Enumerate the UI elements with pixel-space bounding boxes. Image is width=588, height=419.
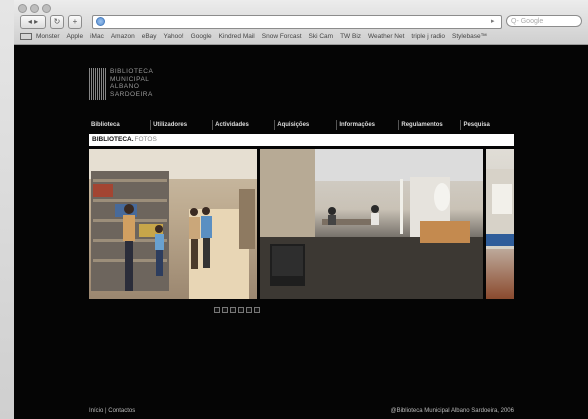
add-bookmark-button[interactable]: +: [68, 15, 82, 29]
photo-gallery: [89, 149, 514, 299]
web-page: BIBLIOTECA MUNICIPAL ALBANO SARDOEIRA Bi…: [14, 45, 588, 419]
bookmark-item[interactable]: Kindred Mail: [219, 33, 255, 40]
browser-window: ◂ ▸ ↻ + ▸ Q- Google Monster Apple iMac Amaz…: [0, 0, 588, 419]
minimize-window-icon[interactable]: [30, 4, 39, 13]
room-edge-photo: [486, 169, 514, 249]
gallery-pager: [214, 307, 260, 313]
browser-toolbar: ◂ ▸ ↻ + ▸ Q- Google Monster Apple iMac Amaz…: [14, 0, 588, 45]
gallery-photo[interactable]: [89, 149, 257, 299]
bookmark-item[interactable]: TW Biz: [340, 33, 361, 40]
menu-item[interactable]: Aquisições: [274, 120, 336, 130]
bookmark-item[interactable]: Snow Forcast: [262, 33, 302, 40]
bookmark-item[interactable]: eBay: [142, 33, 157, 40]
bookmark-item[interactable]: Ski Cam: [309, 33, 334, 40]
globe-icon: [96, 17, 105, 26]
bookmark-item[interactable]: Yahoo!: [164, 33, 184, 40]
go-icon[interactable]: ▸: [491, 17, 499, 26]
gallery-photo[interactable]: [260, 149, 483, 299]
pager-dot[interactable]: [222, 307, 228, 313]
pager-dot[interactable]: [238, 307, 244, 313]
menu-item[interactable]: Informações: [336, 120, 398, 130]
footer-links[interactable]: Início | Contactos: [89, 408, 135, 416]
menu-item[interactable]: Pesquisa: [460, 120, 514, 130]
address-bar[interactable]: ▸: [92, 15, 502, 29]
footer-copyright: @Biblioteca Municipal Albano Sardoeira, …: [390, 408, 514, 414]
section-title: BIBLIOTECA.: [92, 136, 134, 143]
window-controls: [18, 4, 51, 13]
pager-dot[interactable]: [254, 307, 260, 313]
bookmark-item[interactable]: Google: [191, 33, 212, 40]
menu-item[interactable]: Regulamentos: [398, 120, 460, 130]
section-title-bar: BIBLIOTECA.FOTOS: [89, 134, 514, 146]
bookmarks-bar: Monster Apple iMac Amazon eBay Yahoo! Google Ki…: [16, 31, 588, 42]
pager-dot[interactable]: [246, 307, 252, 313]
search-icon: Q-: [511, 18, 519, 25]
back-forward-button[interactable]: ◂ ▸: [20, 15, 46, 29]
section-subtitle: FOTOS: [134, 136, 157, 143]
gallery-photo[interactable]: [486, 149, 514, 299]
menu-item[interactable]: Biblioteca: [89, 120, 150, 130]
page-footer: Início | Contactos @Biblioteca Municipal…: [89, 408, 514, 416]
search-field[interactable]: Q- Google: [506, 15, 582, 27]
search-placeholder: Google: [520, 18, 544, 25]
logo-text: BIBLIOTECA MUNICIPAL ALBANO SARDOEIRA: [110, 68, 154, 98]
reading-room-photo: [260, 149, 483, 299]
logo-bars-icon: [89, 68, 107, 100]
pager-dot[interactable]: [230, 307, 236, 313]
library-logo[interactable]: BIBLIOTECA MUNICIPAL ALBANO SARDOEIRA: [89, 68, 153, 100]
library-shelves-photo: [89, 149, 257, 299]
bookmark-item[interactable]: triple j radio: [411, 33, 445, 40]
bookmark-item[interactable]: Amazon: [111, 33, 135, 40]
bookmark-item[interactable]: Monster: [36, 33, 59, 40]
reload-button[interactable]: ↻: [50, 15, 64, 29]
bookmarks-book-icon[interactable]: [20, 33, 32, 40]
bookmark-item[interactable]: Apple: [66, 33, 83, 40]
bookmark-item[interactable]: Weather Net: [368, 33, 404, 40]
menu-item[interactable]: Utilizadores: [150, 120, 212, 130]
main-menu: Biblioteca Utilizadores Actividades Aquisiç…: [89, 120, 514, 130]
menu-item[interactable]: Actividades: [212, 120, 274, 130]
zoom-window-icon[interactable]: [42, 4, 51, 13]
pager-dot[interactable]: [214, 307, 220, 313]
bookmark-item[interactable]: iMac: [90, 33, 104, 40]
bookmark-item[interactable]: Stylebase™: [452, 33, 487, 40]
close-window-icon[interactable]: [18, 4, 27, 13]
